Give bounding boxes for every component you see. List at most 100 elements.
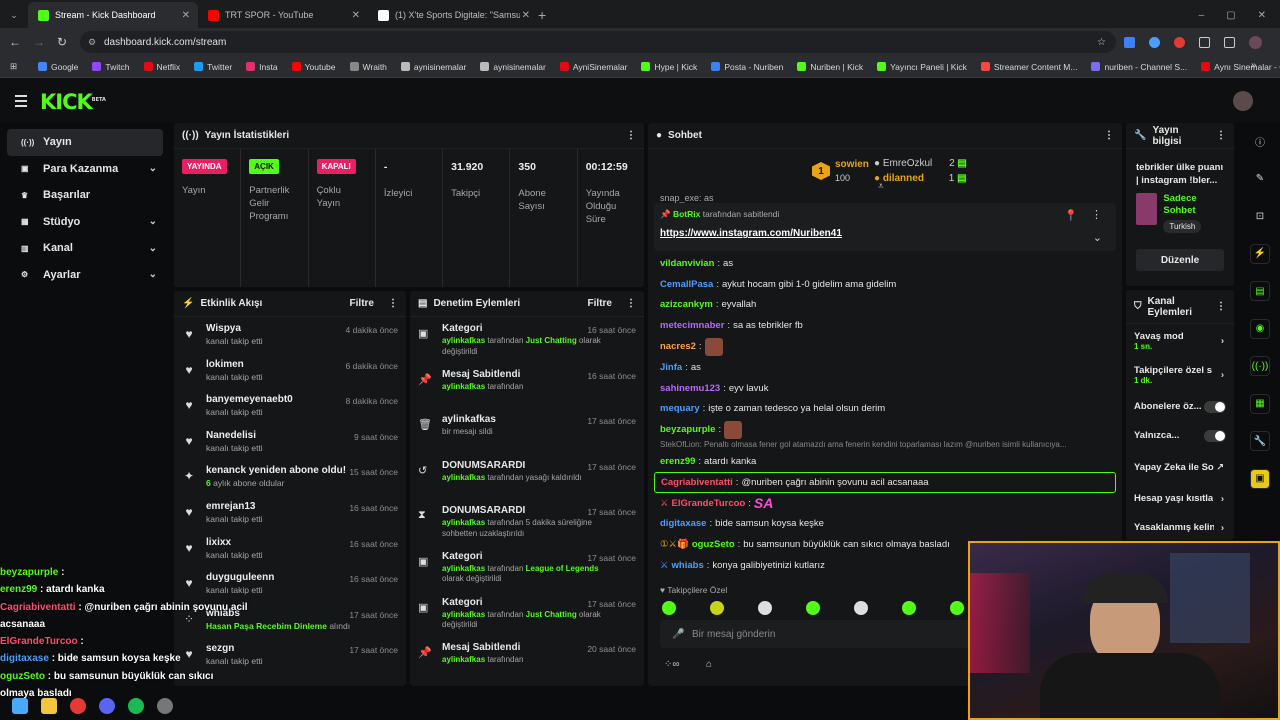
chat-message[interactable]: digitaxase: bide samsun koysa keşke <box>648 514 1122 535</box>
chat-username[interactable]: whiabs <box>672 560 704 571</box>
gifter-3-name[interactable]: dilanned <box>883 173 924 184</box>
chat-message[interactable]: sahinemu123: eyv lavuk <box>648 378 1122 399</box>
bookmark-item[interactable]: AyniSinemalar <box>559 62 627 72</box>
browser-tab[interactable]: (1) X'te Sports Digitale: "Samsu ✕ <box>368 2 538 28</box>
chevron-down-icon[interactable]: ⌄ <box>149 269 157 280</box>
minimize-icon[interactable]: – <box>1199 10 1205 21</box>
moderation-user[interactable]: aylinkafkas <box>442 473 485 482</box>
obs-icon[interactable] <box>157 698 173 714</box>
chrome-icon[interactable] <box>70 698 86 714</box>
channel-action-item[interactable]: Yasaklanmış kelin › <box>1126 513 1234 540</box>
moderation-user[interactable]: aylinkafkas <box>442 564 485 573</box>
chat-username[interactable]: vildanvivian <box>660 258 714 269</box>
back-icon[interactable]: ← <box>9 35 21 49</box>
top-gifter-name[interactable]: sowien <box>835 159 869 170</box>
chat-message[interactable]: beyzapurple: <box>648 419 1122 440</box>
chat-username[interactable]: Cagriabiventatti <box>661 477 733 488</box>
moderation-user[interactable]: aylinkafkas <box>442 655 485 664</box>
chat-message[interactable]: Cagriabiventatti: @nuriben çağrı abinin ş… <box>654 471 1116 493</box>
chat-message[interactable]: vildanvivian: as <box>648 253 1122 274</box>
printer-icon[interactable]: ▦ <box>1250 393 1270 414</box>
bookmark-item[interactable]: Netflix <box>143 62 180 72</box>
chevron-down-icon[interactable]: ⌄ <box>149 163 157 174</box>
chat-message[interactable]: CemallPasa: aykut hocam gibi 1-0 gidelim … <box>648 274 1122 295</box>
extension-globe-icon[interactable] <box>1149 36 1160 48</box>
unpin-icon[interactable]: 📍 <box>1064 209 1078 222</box>
chevron-right-icon[interactable]: › <box>1221 522 1224 533</box>
bookmark-item[interactable]: nuriben - Channel S... <box>1091 62 1187 72</box>
activity-name[interactable]: lixixx <box>206 537 263 548</box>
bookmark-item[interactable]: aynisinemalar <box>480 62 546 72</box>
browser-tab[interactable]: TRT SPOR - YouTube ✕ <box>198 2 368 28</box>
activity-name[interactable]: banyemeyenaebt0 <box>206 394 293 405</box>
chevron-right-icon[interactable]: › <box>1221 336 1224 347</box>
channel-action-item[interactable]: Abonelere öz... <box>1126 392 1234 421</box>
new-tab-button[interactable]: + <box>538 2 560 28</box>
channel-action-item[interactable]: Yavaş mod 1 sn. › <box>1126 324 1234 358</box>
sidebar-item-yayın[interactable]: ((·)) Yayın <box>7 129 163 156</box>
file-explorer-icon[interactable] <box>41 698 57 714</box>
clipboard-icon[interactable]: ▤ <box>1250 281 1270 301</box>
pinned-menu-icon[interactable]: ⋮ <box>1091 208 1102 221</box>
bookmark-item[interactable]: Hype | Kick <box>641 62 697 72</box>
mic-icon[interactable]: 🎤 <box>672 629 684 640</box>
bookmark-item[interactable]: aynisinemalar <box>400 62 466 72</box>
stream-tag[interactable]: Turkish <box>1163 220 1202 233</box>
activity-name[interactable]: lokimen <box>206 359 263 370</box>
moderation-menu-icon[interactable]: ⋮ <box>626 298 636 309</box>
chat-message[interactable]: nacres2: <box>648 336 1122 357</box>
channel-actions-menu-icon[interactable]: ⋮ <box>1216 301 1226 312</box>
sidebar-item-başarılar[interactable]: ♛ Başarılar <box>7 182 163 209</box>
reload-icon[interactable]: ↻ <box>57 35 67 49</box>
close-tab-icon[interactable]: ✕ <box>182 10 190 21</box>
chat-message[interactable]: Jinfa: as <box>648 357 1122 378</box>
external-link-icon[interactable]: ↗ <box>1216 462 1224 473</box>
pinned-collapse-icon[interactable]: ⌄ <box>1093 231 1102 244</box>
moderation-user[interactable]: aylinkafkas <box>442 610 485 619</box>
activity-name[interactable]: Wispya <box>206 323 263 334</box>
bookmark-star-icon[interactable]: ☆ <box>1097 37 1106 48</box>
bookmark-item[interactable]: Twitter <box>194 62 232 72</box>
apps-grid-icon[interactable]: ⊞ <box>10 61 17 72</box>
broadcast-icon[interactable]: ((·)) <box>1250 356 1270 376</box>
emote-icon[interactable] <box>902 601 916 615</box>
windows-start-icon[interactable] <box>12 698 28 714</box>
chat-username[interactable]: azizcankym <box>660 299 713 310</box>
chat-username[interactable]: mequary <box>660 403 700 414</box>
extensions-icon[interactable] <box>1199 36 1210 48</box>
sidepanel-icon[interactable] <box>1224 36 1235 48</box>
bookmark-item[interactable]: Yayıncı Paneli | Kick <box>877 62 967 72</box>
chat-username[interactable]: metecimnaber <box>660 320 724 331</box>
bookmark-item[interactable]: Streamer Content M... <box>980 62 1077 72</box>
chat-message[interactable]: metecimnaber: sa as tebrikler fb <box>648 315 1122 336</box>
chat-message[interactable]: azizcankym: eyvallah <box>648 295 1122 316</box>
moderation-user[interactable]: aylinkafkas <box>442 336 485 345</box>
activity-name[interactable]: Nanedelisi <box>206 430 263 441</box>
extension-shield-icon[interactable] <box>1124 36 1135 48</box>
url-field[interactable]: ⚙ dashboard.kick.com/stream ☆ <box>80 31 1116 53</box>
browser-menu-icon[interactable]: ⋮ <box>1276 36 1280 49</box>
chevron-right-icon[interactable]: › <box>1221 370 1224 381</box>
chat-username[interactable]: nacres2 <box>660 341 696 352</box>
sidebar-item-kanal[interactable]: ▥ Kanal ⌄ <box>7 235 163 262</box>
chat-username[interactable]: oguzSeto <box>692 539 735 550</box>
chat-username[interactable]: ElGrandeTurcoo <box>672 498 746 509</box>
moderation-user[interactable]: aylinkafkas <box>442 382 485 391</box>
moderation-user[interactable]: aylinkafkas <box>442 518 485 527</box>
bookmark-item[interactable]: Wraith <box>349 62 387 72</box>
chat-message[interactable]: erenz99: atardı kanka <box>648 451 1122 472</box>
emote-icon[interactable] <box>854 601 868 615</box>
channel-action-item[interactable]: Takipçilere özel s1 dk. › <box>1126 358 1234 392</box>
wrench-icon[interactable]: 🔧 <box>1250 431 1270 451</box>
spotify-icon[interactable] <box>128 698 144 714</box>
moderation-filter-button[interactable]: Filtre <box>588 298 612 309</box>
chevron-right-icon[interactable]: › <box>1221 493 1224 504</box>
bookmark-item[interactable]: Nuriben | Kick <box>797 62 863 72</box>
emote-icon[interactable] <box>710 601 724 615</box>
pinned-link[interactable]: https://www.instagram.com/Nuriben41 <box>660 228 842 239</box>
toggle-switch[interactable] <box>1204 429 1226 442</box>
yellow-app-icon[interactable]: ▣ <box>1250 468 1270 489</box>
chat-username[interactable]: sahinemu123 <box>660 383 720 394</box>
close-tab-icon[interactable]: ✕ <box>352 10 360 21</box>
chat-icon[interactable]: ◉ <box>1250 318 1270 339</box>
